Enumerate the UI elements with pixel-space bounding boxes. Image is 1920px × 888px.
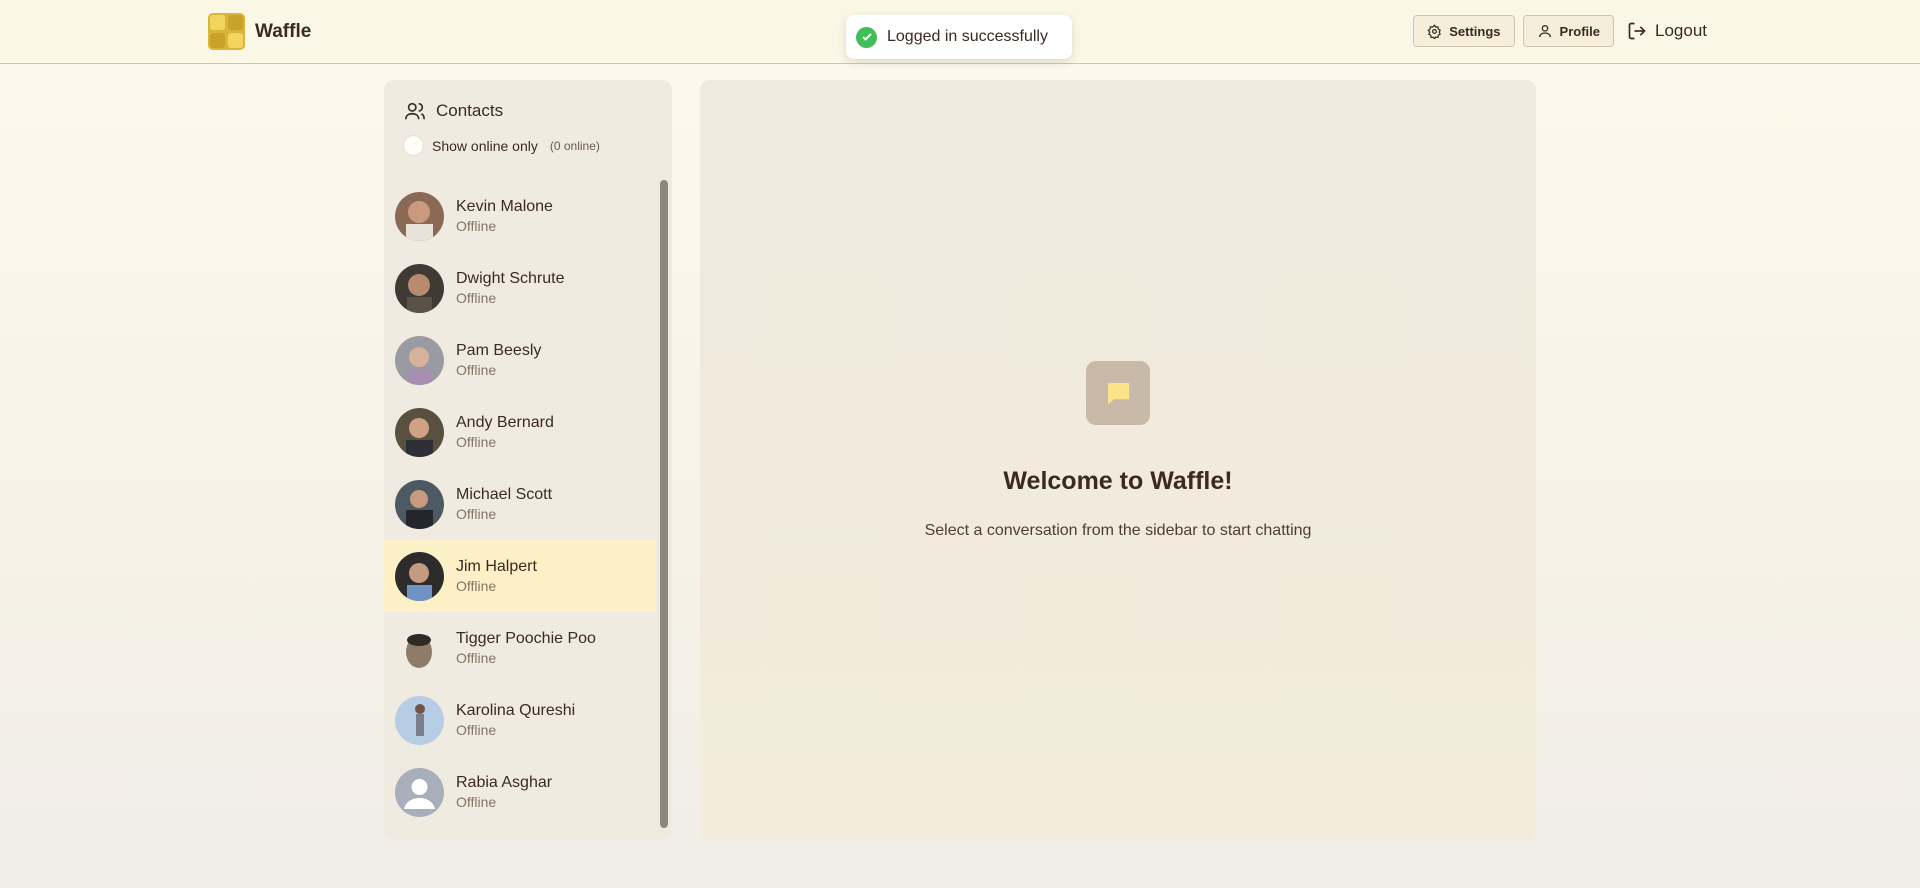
contact-name: Kevin Malone bbox=[456, 198, 553, 215]
avatar-placeholder-icon bbox=[395, 767, 444, 817]
contact-status: Offline bbox=[456, 722, 497, 738]
online-count: (0 online) bbox=[549, 138, 600, 153]
contact-kevin-malone[interactable]: Kevin Malone Offline bbox=[384, 180, 656, 252]
contact-list: Kevin Malone Offline Dwight Schrute Offl… bbox=[384, 180, 656, 840]
contact-dwight-schrute[interactable]: Dwight Schrute Offline bbox=[384, 252, 656, 324]
chat-bubble-icon bbox=[1086, 361, 1150, 425]
contact-name: Andy Bernard bbox=[456, 414, 554, 431]
avatar bbox=[395, 263, 444, 313]
contact-pam-beesly[interactable]: Pam Beesly Offline bbox=[384, 324, 656, 396]
contacts-sidebar: Contacts Show online only (0 online) Kev… bbox=[384, 80, 672, 840]
contact-karolina-qureshi[interactable]: Karolina Qureshi Offline bbox=[384, 684, 656, 756]
avatar bbox=[395, 191, 444, 241]
gear-icon bbox=[1427, 23, 1442, 39]
contact-michael-scott[interactable]: Michael Scott Offline bbox=[384, 468, 656, 540]
profile-button[interactable]: Profile bbox=[1522, 15, 1614, 47]
logout-button[interactable]: Logout bbox=[1622, 15, 1713, 47]
contact-status: Offline bbox=[456, 650, 497, 666]
logout-icon bbox=[1628, 22, 1646, 40]
contact-status: Offline bbox=[456, 218, 497, 234]
contact-status: Offline bbox=[456, 290, 497, 306]
chat-panel: Welcome to Waffle! Select a conversation… bbox=[700, 80, 1536, 840]
logout-label: Logout bbox=[1655, 21, 1707, 40]
contact-name: Jim Halpert bbox=[456, 558, 537, 575]
avatar bbox=[395, 551, 444, 601]
contact-name: Karolina Qureshi bbox=[456, 702, 576, 719]
avatar bbox=[395, 695, 444, 745]
contact-status: Offline bbox=[456, 794, 497, 810]
settings-button[interactable]: Settings bbox=[1413, 15, 1515, 47]
contact-status: Offline bbox=[456, 362, 497, 378]
toast-message: Logged in successfully bbox=[887, 28, 1048, 45]
success-toast: Logged in successfully bbox=[846, 15, 1072, 59]
header-actions: Settings Profile Logout bbox=[1413, 15, 1713, 47]
avatar bbox=[395, 479, 444, 529]
contact-name: Dwight Schrute bbox=[456, 270, 565, 287]
online-only-toggle[interactable] bbox=[403, 135, 424, 156]
avatar bbox=[395, 407, 444, 457]
contact-name: Rabia Asghar bbox=[456, 774, 553, 791]
brand[interactable]: Waffle bbox=[208, 13, 311, 50]
check-icon bbox=[856, 26, 877, 48]
contacts-title: Contacts bbox=[436, 101, 504, 120]
contact-rabia-asghar[interactable]: Rabia Asghar Offline bbox=[384, 756, 656, 828]
welcome-subtitle: Select a conversation from the sidebar t… bbox=[924, 522, 1312, 539]
contact-name: Tigger Poochie Poo bbox=[456, 630, 596, 647]
user-icon bbox=[1538, 25, 1551, 38]
contact-tigger-poochie-poo[interactable]: Tigger Poochie Poo Offline bbox=[384, 612, 656, 684]
online-only-label: Show online only bbox=[432, 137, 538, 154]
waffle-logo-icon bbox=[208, 13, 245, 50]
contact-status: Offline bbox=[456, 434, 497, 450]
contact-andy-bernard[interactable]: Andy Bernard Offline bbox=[384, 396, 656, 468]
welcome-title: Welcome to Waffle! bbox=[1003, 467, 1233, 495]
online-filter: Show online only (0 online) bbox=[403, 135, 600, 156]
users-icon bbox=[405, 102, 425, 120]
brand-name: Waffle bbox=[255, 20, 312, 42]
contacts-header: Contacts bbox=[404, 100, 503, 122]
contact-name: Pam Beesly bbox=[456, 342, 542, 359]
contact-jim-halpert[interactable]: Jim Halpert Offline bbox=[384, 540, 656, 612]
avatar bbox=[395, 623, 444, 673]
contact-name: Michael Scott bbox=[456, 486, 553, 503]
avatar bbox=[395, 335, 444, 385]
contact-status: Offline bbox=[456, 578, 497, 594]
contact-list-scrollbar[interactable] bbox=[660, 180, 668, 828]
settings-label: Settings bbox=[1449, 23, 1501, 39]
profile-label: Profile bbox=[1559, 23, 1600, 39]
contact-status: Offline bbox=[456, 506, 497, 522]
